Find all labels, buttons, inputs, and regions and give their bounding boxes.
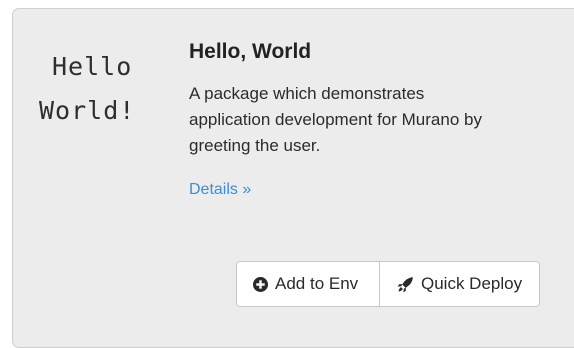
rocket-icon (397, 276, 414, 293)
quick-deploy-label: Quick Deploy (421, 274, 523, 293)
package-title: Hello, World (189, 40, 312, 63)
package-logo: Hello World! (39, 45, 169, 133)
quick-deploy-button[interactable]: Quick Deploy (380, 261, 540, 307)
add-to-env-label: Add to Env (275, 274, 359, 293)
action-button-group: Add to Env Quick Deploy (236, 261, 540, 307)
package-description: A package which demonstrates application… (189, 84, 482, 155)
details-link[interactable]: Details » (189, 181, 251, 199)
package-card: Hello World! Hello, World A package whic… (12, 8, 574, 348)
logo-line-2: World! (39, 96, 136, 125)
logo-line-1: Hello (52, 52, 133, 81)
plus-circle-icon (253, 276, 268, 292)
add-to-env-button[interactable]: Add to Env (236, 261, 380, 307)
